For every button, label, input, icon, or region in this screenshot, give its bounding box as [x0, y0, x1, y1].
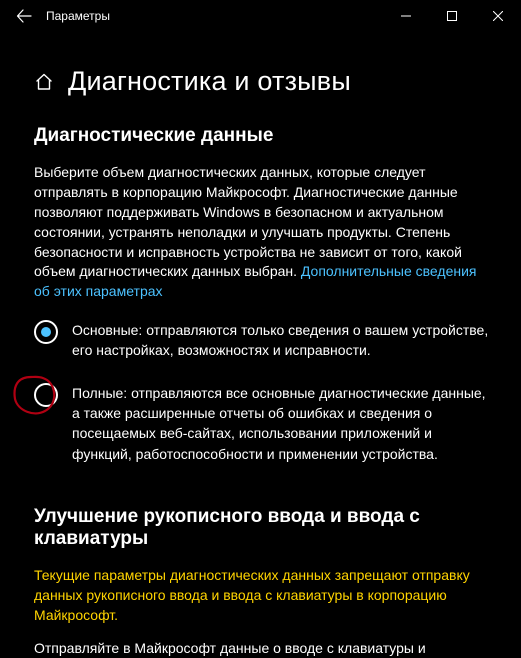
page-header: Диагностика и отзывы	[34, 66, 493, 97]
maximize-button[interactable]	[429, 0, 475, 32]
radio-button-icon	[34, 383, 58, 407]
radio-basic-label: Основные: отправляются только сведения о…	[72, 320, 493, 361]
home-icon	[34, 72, 54, 92]
close-button[interactable]	[475, 0, 521, 32]
radio-full-label: Полные: отправляются все основные диагно…	[72, 383, 493, 464]
page-title: Диагностика и отзывы	[68, 66, 351, 97]
minimize-icon	[401, 11, 411, 21]
back-button[interactable]	[8, 0, 40, 32]
content-area: Диагностика и отзывы Диагностические дан…	[0, 32, 521, 656]
back-arrow-icon	[16, 8, 32, 24]
titlebar: Параметры	[0, 0, 521, 32]
diagnostic-level-radio-group: Основные: отправляются только сведения о…	[34, 320, 493, 464]
radio-selected-dot-icon	[41, 327, 51, 337]
diagnostic-data-description: Выберите объем диагностических данных, к…	[34, 163, 493, 302]
settings-window: Параметры	[0, 0, 521, 658]
window-controls	[383, 0, 521, 32]
diagnostic-data-heading: Диагностические данные	[34, 125, 493, 147]
minimize-button[interactable]	[383, 0, 429, 32]
window-title: Параметры	[46, 9, 110, 23]
typing-description-cutoff: Отправляйте в Майкрософт данные о вводе …	[34, 640, 493, 656]
typing-improvement-heading: Улучшение рукописного ввода и ввода с кл…	[34, 506, 493, 550]
close-icon	[493, 11, 503, 21]
typing-warning-text: Текущие параметры диагностических данных…	[34, 566, 493, 626]
home-button[interactable]	[34, 72, 54, 92]
maximize-icon	[447, 11, 457, 21]
radio-basic[interactable]: Основные: отправляются только сведения о…	[34, 320, 493, 361]
radio-button-icon	[34, 320, 58, 344]
radio-full[interactable]: Полные: отправляются все основные диагно…	[34, 383, 493, 464]
